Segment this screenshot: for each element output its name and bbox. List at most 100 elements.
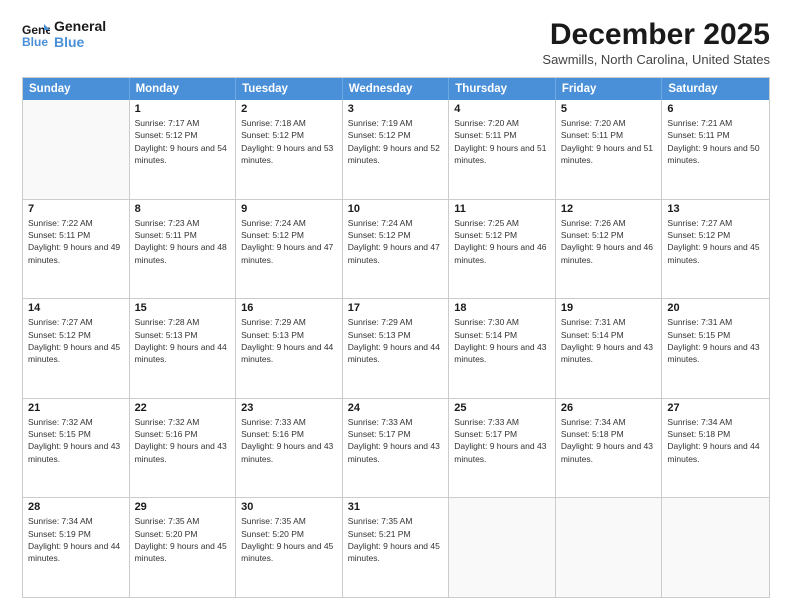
cell-date: 6: [667, 103, 764, 115]
cell-date: 9: [241, 203, 337, 215]
cell-date: 17: [348, 302, 444, 314]
cell-date: 21: [28, 402, 124, 414]
cell-info: Sunrise: 7:35 AM Sunset: 5:21 PM Dayligh…: [348, 515, 444, 564]
calendar-cell: 5 Sunrise: 7:20 AM Sunset: 5:11 PM Daylig…: [556, 100, 663, 199]
calendar-row-3: 21 Sunrise: 7:32 AM Sunset: 5:15 PM Dayli…: [23, 398, 769, 498]
calendar-cell: 11 Sunrise: 7:25 AM Sunset: 5:12 PM Dayli…: [449, 200, 556, 299]
calendar-cell: 24 Sunrise: 7:33 AM Sunset: 5:17 PM Dayli…: [343, 399, 450, 498]
logo-icon: General Blue: [22, 20, 50, 48]
cell-date: 1: [135, 103, 231, 115]
calendar-cell: 18Sunrise: 7:30 AM Sunset: 5:14 PM Dayli…: [449, 299, 556, 398]
location: Sawmills, North Carolina, United States: [542, 52, 770, 67]
calendar-row-2: 14 Sunrise: 7:27 AM Sunset: 5:12 PM Dayli…: [23, 298, 769, 398]
cell-info: Sunrise: 7:32 AM Sunset: 5:15 PM Dayligh…: [28, 416, 124, 465]
calendar-cell: 31 Sunrise: 7:35 AM Sunset: 5:21 PM Dayli…: [343, 498, 450, 597]
calendar: SundayMondayTuesdayWednesdayThursdayFrid…: [22, 77, 770, 598]
cell-date: 24: [348, 402, 444, 414]
svg-text:Blue: Blue: [22, 35, 48, 48]
cell-date: 26: [561, 402, 657, 414]
cell-info: Sunrise: 7:28 AM Sunset: 5:13 PM Dayligh…: [135, 316, 231, 365]
cell-info: Sunrise: 7:31 AM Sunset: 5:15 PM Dayligh…: [667, 316, 764, 365]
cell-info: Sunrise: 7:18 AM Sunset: 5:12 PM Dayligh…: [241, 117, 337, 166]
calendar-cell: 29Sunrise: 7:35 AM Sunset: 5:20 PM Dayli…: [130, 498, 237, 597]
calendar-row-4: 28Sunrise: 7:34 AM Sunset: 5:19 PM Dayli…: [23, 497, 769, 597]
cell-date: 25: [454, 402, 550, 414]
cell-date: 19: [561, 302, 657, 314]
calendar-cell: [662, 498, 769, 597]
cell-date: 7: [28, 203, 124, 215]
logo-line1: General: [54, 18, 106, 34]
cell-info: Sunrise: 7:19 AM Sunset: 5:12 PM Dayligh…: [348, 117, 444, 166]
cell-date: 15: [135, 302, 231, 314]
logo-line2: Blue: [54, 34, 106, 50]
cell-info: Sunrise: 7:27 AM Sunset: 5:12 PM Dayligh…: [28, 316, 124, 365]
cell-info: Sunrise: 7:26 AM Sunset: 5:12 PM Dayligh…: [561, 217, 657, 266]
cell-date: 31: [348, 501, 444, 513]
cell-date: 20: [667, 302, 764, 314]
cell-date: 23: [241, 402, 337, 414]
cell-date: 10: [348, 203, 444, 215]
calendar-cell: [449, 498, 556, 597]
calendar-cell: 16Sunrise: 7:29 AM Sunset: 5:13 PM Dayli…: [236, 299, 343, 398]
cell-info: Sunrise: 7:29 AM Sunset: 5:13 PM Dayligh…: [241, 316, 337, 365]
calendar-cell: 23 Sunrise: 7:33 AM Sunset: 5:16 PM Dayli…: [236, 399, 343, 498]
header-day-tuesday: Tuesday: [236, 78, 343, 100]
calendar-cell: 4Sunrise: 7:20 AM Sunset: 5:11 PM Daylig…: [449, 100, 556, 199]
cell-info: Sunrise: 7:20 AM Sunset: 5:11 PM Dayligh…: [561, 117, 657, 166]
cell-info: Sunrise: 7:34 AM Sunset: 5:19 PM Dayligh…: [28, 515, 124, 564]
cell-info: Sunrise: 7:23 AM Sunset: 5:11 PM Dayligh…: [135, 217, 231, 266]
header-day-thursday: Thursday: [449, 78, 556, 100]
calendar-cell: 2 Sunrise: 7:18 AM Sunset: 5:12 PM Daylig…: [236, 100, 343, 199]
cell-info: Sunrise: 7:22 AM Sunset: 5:11 PM Dayligh…: [28, 217, 124, 266]
calendar-cell: [23, 100, 130, 199]
calendar-cell: 25Sunrise: 7:33 AM Sunset: 5:17 PM Dayli…: [449, 399, 556, 498]
header-day-friday: Friday: [556, 78, 663, 100]
cell-info: Sunrise: 7:21 AM Sunset: 5:11 PM Dayligh…: [667, 117, 764, 166]
title-block: December 2025 Sawmills, North Carolina, …: [542, 18, 770, 67]
calendar-cell: 10 Sunrise: 7:24 AM Sunset: 5:12 PM Dayli…: [343, 200, 450, 299]
cell-date: 5: [561, 103, 657, 115]
calendar-cell: 19 Sunrise: 7:31 AM Sunset: 5:14 PM Dayli…: [556, 299, 663, 398]
cell-info: Sunrise: 7:27 AM Sunset: 5:12 PM Dayligh…: [667, 217, 764, 266]
cell-date: 22: [135, 402, 231, 414]
cell-date: 29: [135, 501, 231, 513]
cell-date: 3: [348, 103, 444, 115]
header-day-wednesday: Wednesday: [343, 78, 450, 100]
calendar-cell: 27 Sunrise: 7:34 AM Sunset: 5:18 PM Dayli…: [662, 399, 769, 498]
calendar-cell: 1 Sunrise: 7:17 AM Sunset: 5:12 PM Daylig…: [130, 100, 237, 199]
calendar-cell: 7 Sunrise: 7:22 AM Sunset: 5:11 PM Daylig…: [23, 200, 130, 299]
calendar-cell: 30Sunrise: 7:35 AM Sunset: 5:20 PM Dayli…: [236, 498, 343, 597]
calendar-cell: 13 Sunrise: 7:27 AM Sunset: 5:12 PM Dayli…: [662, 200, 769, 299]
cell-info: Sunrise: 7:34 AM Sunset: 5:18 PM Dayligh…: [667, 416, 764, 465]
calendar-header: SundayMondayTuesdayWednesdayThursdayFrid…: [23, 78, 769, 100]
calendar-row-1: 7 Sunrise: 7:22 AM Sunset: 5:11 PM Daylig…: [23, 199, 769, 299]
cell-date: 2: [241, 103, 337, 115]
calendar-cell: 26Sunrise: 7:34 AM Sunset: 5:18 PM Dayli…: [556, 399, 663, 498]
calendar-body: 1 Sunrise: 7:17 AM Sunset: 5:12 PM Daylig…: [23, 100, 769, 597]
cell-info: Sunrise: 7:17 AM Sunset: 5:12 PM Dayligh…: [135, 117, 231, 166]
cell-date: 30: [241, 501, 337, 513]
cell-info: Sunrise: 7:31 AM Sunset: 5:14 PM Dayligh…: [561, 316, 657, 365]
cell-info: Sunrise: 7:33 AM Sunset: 5:16 PM Dayligh…: [241, 416, 337, 465]
calendar-cell: 15 Sunrise: 7:28 AM Sunset: 5:13 PM Dayli…: [130, 299, 237, 398]
cell-info: Sunrise: 7:24 AM Sunset: 5:12 PM Dayligh…: [348, 217, 444, 266]
cell-date: 11: [454, 203, 550, 215]
cell-info: Sunrise: 7:30 AM Sunset: 5:14 PM Dayligh…: [454, 316, 550, 365]
cell-date: 8: [135, 203, 231, 215]
cell-date: 13: [667, 203, 764, 215]
cell-date: 27: [667, 402, 764, 414]
header-day-saturday: Saturday: [662, 78, 769, 100]
cell-info: Sunrise: 7:29 AM Sunset: 5:13 PM Dayligh…: [348, 316, 444, 365]
calendar-cell: [556, 498, 663, 597]
cell-date: 14: [28, 302, 124, 314]
cell-date: 12: [561, 203, 657, 215]
calendar-cell: 9 Sunrise: 7:24 AM Sunset: 5:12 PM Daylig…: [236, 200, 343, 299]
header: General Blue General Blue December 2025 …: [22, 18, 770, 67]
cell-info: Sunrise: 7:32 AM Sunset: 5:16 PM Dayligh…: [135, 416, 231, 465]
cell-info: Sunrise: 7:24 AM Sunset: 5:12 PM Dayligh…: [241, 217, 337, 266]
cell-info: Sunrise: 7:25 AM Sunset: 5:12 PM Dayligh…: [454, 217, 550, 266]
cell-info: Sunrise: 7:33 AM Sunset: 5:17 PM Dayligh…: [348, 416, 444, 465]
cell-date: 4: [454, 103, 550, 115]
calendar-cell: 22 Sunrise: 7:32 AM Sunset: 5:16 PM Dayli…: [130, 399, 237, 498]
calendar-row-0: 1 Sunrise: 7:17 AM Sunset: 5:12 PM Daylig…: [23, 100, 769, 199]
